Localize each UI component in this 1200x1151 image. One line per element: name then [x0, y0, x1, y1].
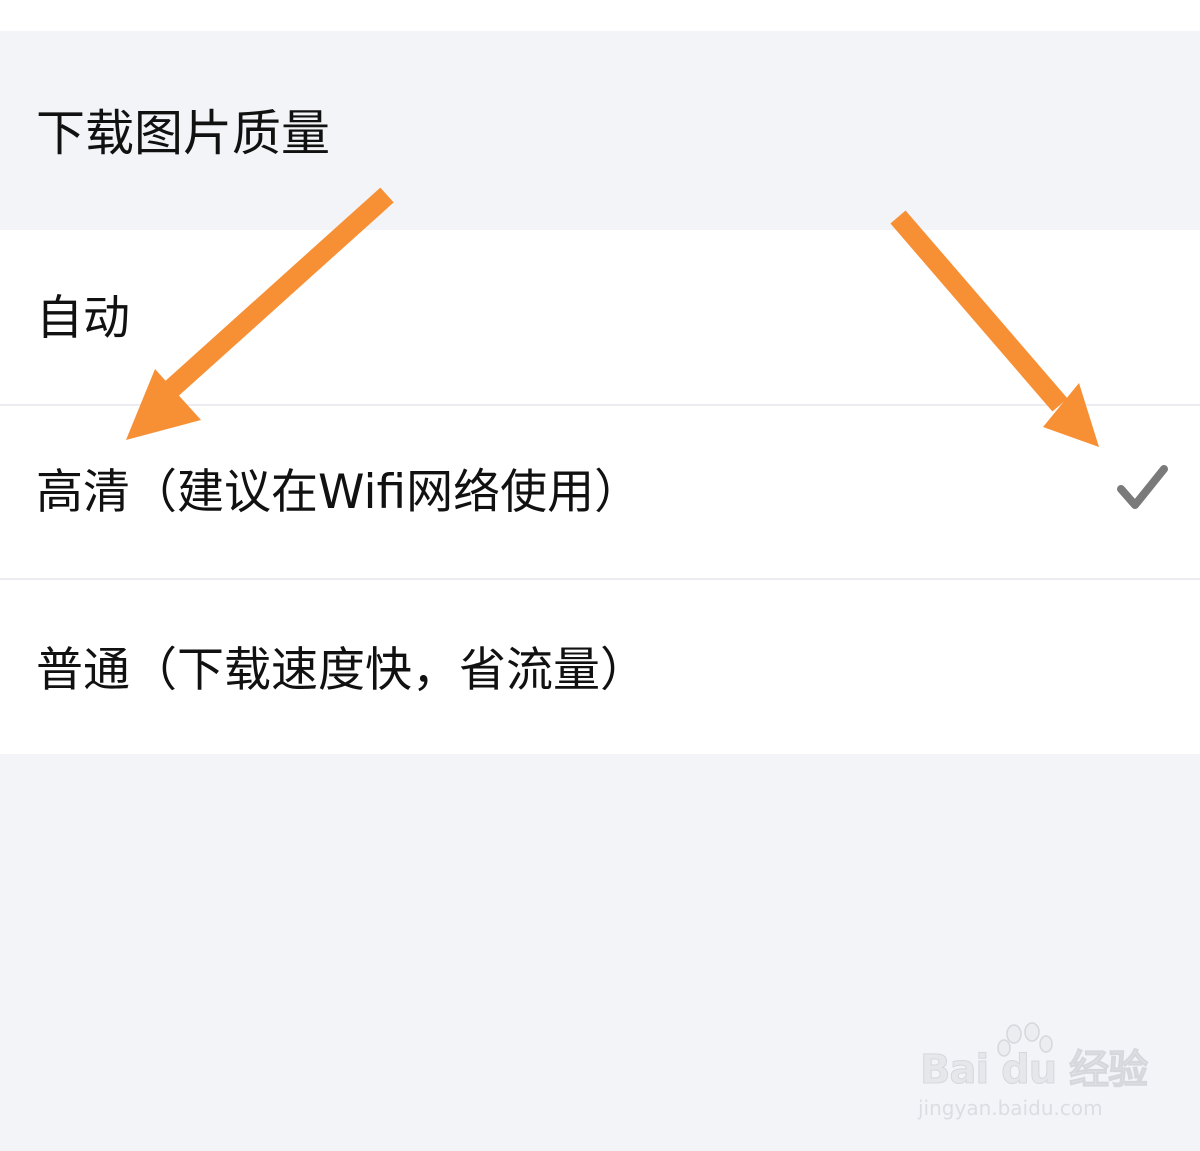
options-list: 自动 高清（建议在Wifi网络使用） 普通（下载速度快，省流量）	[0, 230, 1200, 754]
option-hd-label: 高清（建议在Wifi网络使用）	[36, 465, 642, 520]
option-normal-label: 普通（下载速度快，省流量）	[36, 643, 647, 698]
option-normal[interactable]: 普通（下载速度快，省流量）	[0, 581, 1200, 754]
checkmark-icon	[1117, 465, 1168, 509]
watermark-url: jingyan.baidu.com	[918, 1096, 1103, 1120]
option-auto[interactable]: 自动	[0, 230, 1200, 404]
top-strip	[0, 0, 1200, 31]
baidu-jingyan-watermark: Bai du 经验 jingyan.baidu.com	[918, 1018, 1149, 1128]
watermark-logo-text: Bai du 经验	[919, 1047, 1148, 1093]
option-hd[interactable]: 高清（建议在Wifi网络使用）	[0, 406, 1200, 578]
row-divider	[0, 578, 1200, 580]
option-auto-label: 自动	[36, 291, 130, 346]
section-title: 下载图片质量	[36, 105, 331, 162]
